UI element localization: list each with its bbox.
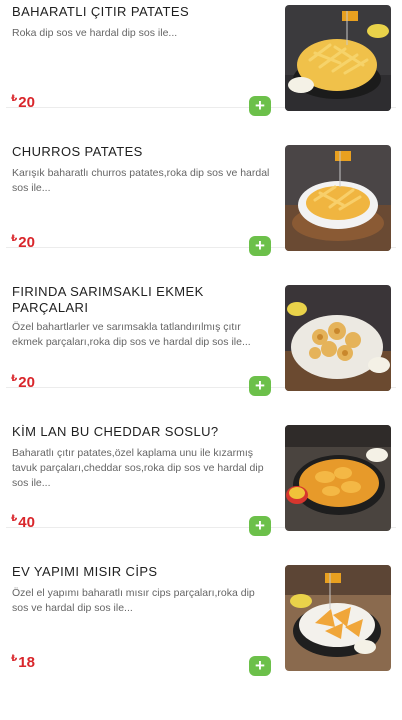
item-title: KİM LAN BU CHEDDAR SOSLU? bbox=[12, 424, 219, 439]
menu-list: BAHARATLI ÇITIR PATATES Roka dip sos ve … bbox=[0, 0, 402, 676]
currency-symbol: ₺ bbox=[11, 233, 18, 243]
churros-fries-photo-icon bbox=[285, 145, 391, 251]
churros-fries-photo[interactable] bbox=[285, 145, 391, 251]
item-price: ₺ 18 bbox=[11, 653, 35, 671]
menu-item[interactable]: BAHARATLI ÇITIR PATATES Roka dip sos ve … bbox=[6, 0, 396, 116]
currency-symbol: ₺ bbox=[11, 373, 18, 383]
menu-item[interactable]: EV YAPIMI MISIR CİPS Özel el yapımı baha… bbox=[6, 528, 396, 676]
menu-item[interactable]: FIRINDA SARIMSAKLI EKMEK PARÇALARI Özel … bbox=[6, 248, 396, 396]
item-title: CHURROS PATATES bbox=[12, 144, 143, 159]
item-title: FIRINDA SARIMSAKLI EKMEK PARÇALARI bbox=[12, 284, 204, 315]
add-to-cart-button[interactable]: + bbox=[249, 656, 271, 676]
item-description: Özel bahartlarler ve sarımsakla tatlandı… bbox=[12, 321, 251, 348]
corn-chips-photo[interactable] bbox=[285, 565, 391, 671]
menu-item[interactable]: CHURROS PATATES Karışık baharatlı churro… bbox=[6, 108, 396, 256]
fries-basket-photo-icon bbox=[285, 5, 391, 111]
garlic-bread-photo[interactable] bbox=[285, 285, 391, 391]
corn-chips-photo-icon bbox=[285, 565, 391, 671]
item-title: EV YAPIMI MISIR CİPS bbox=[12, 564, 158, 579]
cheddar-chicken-photo-icon bbox=[285, 425, 391, 531]
item-description: Karışık baharatlı churros patates,roka d… bbox=[12, 167, 270, 194]
currency-symbol: ₺ bbox=[11, 513, 18, 523]
fries-basket-photo[interactable] bbox=[285, 5, 391, 111]
cheddar-chicken-photo[interactable] bbox=[285, 425, 391, 531]
item-title: BAHARATLI ÇITIR PATATES bbox=[12, 4, 190, 19]
garlic-bread-photo-icon bbox=[285, 285, 391, 391]
menu-item[interactable]: KİM LAN BU CHEDDAR SOSLU? Baharatlı çıtı… bbox=[6, 388, 396, 536]
price-value: 18 bbox=[18, 654, 35, 671]
item-description: Roka dip sos ve hardal dip sos ile... bbox=[12, 27, 178, 39]
item-description: Özel el yapımı baharatlı mısır cips parç… bbox=[12, 587, 255, 614]
currency-symbol: ₺ bbox=[11, 653, 18, 663]
item-description: Baharatlı çıtır patates,özel kaplama unu… bbox=[12, 447, 264, 489]
currency-symbol: ₺ bbox=[11, 93, 18, 103]
